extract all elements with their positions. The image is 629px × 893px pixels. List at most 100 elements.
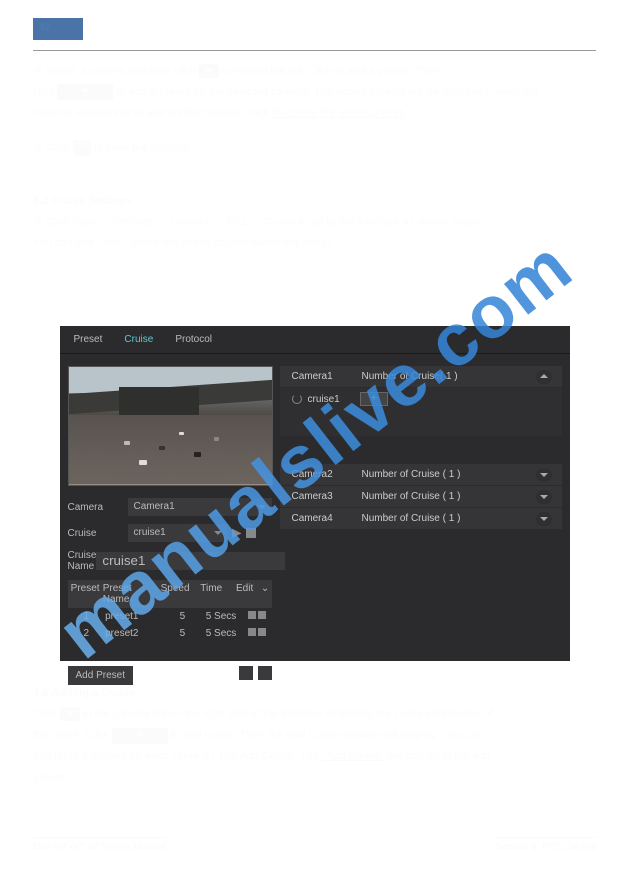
cell-speed: 5	[165, 611, 201, 622]
camera-select-row: Camera Camera1	[68, 498, 272, 516]
camera-label: Camera	[68, 502, 128, 513]
cell-idx: 1	[68, 611, 106, 622]
chevron-down-icon[interactable]: ⌄	[259, 583, 272, 605]
footer-right: Section 5: PTZ Control	[495, 837, 596, 853]
text: Click	[33, 708, 57, 720]
text: ④ Select a camera and then click	[33, 65, 196, 77]
document-body-lower: 4.6 Adding a Cruise Click in the camera …	[33, 685, 596, 786]
camera-info: Number of Cruise ( 1 )	[362, 491, 536, 502]
cruise-select-row: Cruise cruise1	[68, 524, 272, 542]
text: add up to 8 cruises for each camera.) Th…	[33, 750, 319, 762]
cell-name: preset1	[105, 611, 164, 622]
heading-cruise-settings: 5.2 Cruise Settings	[33, 193, 596, 210]
camera-info: Number of Cruise ( 1 )	[362, 469, 536, 480]
video-preview[interactable]	[68, 366, 273, 486]
cruise-settings-panel: Preset Cruise Protocol Ca	[60, 326, 570, 661]
add-preset-button[interactable]: Add Preset	[68, 666, 133, 685]
save-icon	[73, 140, 91, 156]
cell-idx: 2	[68, 628, 106, 639]
cruise-item-label: cruise1	[308, 394, 340, 405]
tab-bar: Preset Cruise Protocol	[60, 326, 570, 354]
col-name: Preset Name	[103, 583, 159, 605]
footer-left: DW-VP xxT xP Series Manual	[33, 837, 166, 853]
text: click	[33, 86, 54, 98]
add-preset-icon	[57, 84, 113, 100]
trash-icon[interactable]	[258, 611, 266, 619]
cell-time: 5 Secs	[200, 628, 242, 639]
tab-cruise[interactable]: Cruise	[124, 334, 153, 345]
camera-row-4[interactable]: Camera4 Number of Cruise ( 1 )	[280, 508, 562, 530]
preset-table: Preset Preset Name Speed Time Edit ⌄ 1 p…	[68, 580, 272, 642]
chevron-down-icon[interactable]	[536, 512, 552, 526]
cruise-name-label: Cruise Name	[68, 550, 97, 572]
table-row[interactable]: 2 preset2 5 5 Secs	[68, 625, 272, 642]
cruise-select[interactable]: cruise1	[128, 524, 228, 542]
stop-icon[interactable]	[246, 528, 256, 538]
col-time: Time	[192, 583, 231, 605]
move-up-icon[interactable]	[239, 666, 253, 680]
text: to save the settings.	[94, 142, 192, 154]
cruise-label: Cruise	[68, 528, 128, 539]
cell-name: preset2	[105, 628, 164, 639]
camera-name: Camera2	[292, 469, 362, 480]
text: will pop up to the edit	[387, 750, 490, 762]
col-speed: Speed	[158, 583, 191, 605]
document-body: ④ Select a camera and then click to exte…	[33, 63, 596, 252]
text: ② Click	[33, 142, 70, 154]
loading-icon	[292, 394, 302, 404]
add-cruise-icon	[112, 728, 168, 744]
chevron-down-icon	[60, 707, 80, 721]
chevron-up-icon[interactable]	[536, 370, 552, 384]
trash-icon[interactable]	[258, 628, 266, 636]
edit-icon[interactable]	[248, 611, 256, 619]
camera-name: Camera4	[292, 513, 362, 524]
tab-protocol[interactable]: Protocol	[175, 334, 212, 345]
cruise-sublist: cruise1	[280, 388, 562, 436]
text: in the camera list on the right side of …	[83, 708, 493, 720]
camera-info: Number of Cruise ( 1 )	[362, 513, 536, 524]
camera-select[interactable]: Camera1	[128, 498, 272, 516]
text: to extend the list. Click	[222, 65, 332, 77]
col-preset: Preset	[68, 583, 103, 605]
tab-preset[interactable]: Preset	[74, 334, 103, 345]
camera-row-1[interactable]: Camera1 Number of Cruise( 1 )	[280, 366, 562, 388]
text: to add a preset for the selected camera.…	[117, 86, 539, 98]
chevron-down-icon[interactable]	[536, 490, 552, 504]
add-cruise-button[interactable]	[360, 392, 388, 406]
camera-row-3[interactable]: Camera3 Number of Cruise ( 1 )	[280, 486, 562, 508]
camera-name: Camera1	[292, 371, 362, 382]
camera-row-2[interactable]: Camera2 Number of Cruise ( 1 )	[280, 464, 562, 486]
text: camera. Repeat this to add another prese…	[33, 107, 272, 119]
left-pane: Camera Camera1 Cruise cruise1 Cruise Nam…	[60, 354, 280, 685]
text: You can add / edit / delete the cruise c…	[33, 235, 596, 252]
text: preset.	[33, 770, 596, 787]
footer: DW-VP xxT xP Series Manual Section 5: PT…	[33, 837, 596, 853]
cell-edit	[242, 611, 272, 622]
camera-name: Camera3	[292, 491, 362, 502]
heading-adding-cruise: 4.6 Adding a Cruise	[33, 685, 596, 702]
text: to add cruise. Then the Add Cruise windo…	[171, 729, 484, 741]
cell-edit	[242, 628, 272, 639]
text: ① Click Start → Settings → Camera → PTZ …	[33, 214, 596, 231]
cell-speed: 5	[165, 628, 201, 639]
camera-list: Camera1 Number of Cruise( 1 ) cruise1 C	[280, 366, 562, 530]
table-row[interactable]: 1 preset1 5 5 Secs	[68, 608, 272, 625]
cruise-item[interactable]: cruise1	[292, 394, 340, 405]
cruise-name-input[interactable]	[96, 552, 285, 570]
text: to add a preset, Then	[335, 65, 439, 77]
table-header: Preset Preset Name Speed Time Edit ⌄	[68, 580, 272, 608]
text: the dome. Click	[33, 729, 109, 741]
link-delete-preset: To delete the added preset.	[272, 107, 405, 119]
chevron-down-icon[interactable]	[536, 468, 552, 482]
move-down-icon[interactable]	[258, 666, 272, 680]
link-add-cruise: "Add Cruise"	[322, 750, 384, 762]
camera-info: Number of Cruise( 1 )	[362, 371, 536, 382]
page-number-tab: 42	[33, 18, 83, 40]
right-pane: Camera1 Number of Cruise( 1 ) cruise1 C	[280, 354, 570, 685]
col-edit: Edit	[231, 583, 259, 605]
play-icon[interactable]	[232, 528, 242, 538]
edit-icon[interactable]	[248, 628, 256, 636]
cell-time: 5 Secs	[200, 611, 242, 622]
header-divider	[33, 50, 596, 51]
chevron-down-icon	[199, 64, 219, 78]
